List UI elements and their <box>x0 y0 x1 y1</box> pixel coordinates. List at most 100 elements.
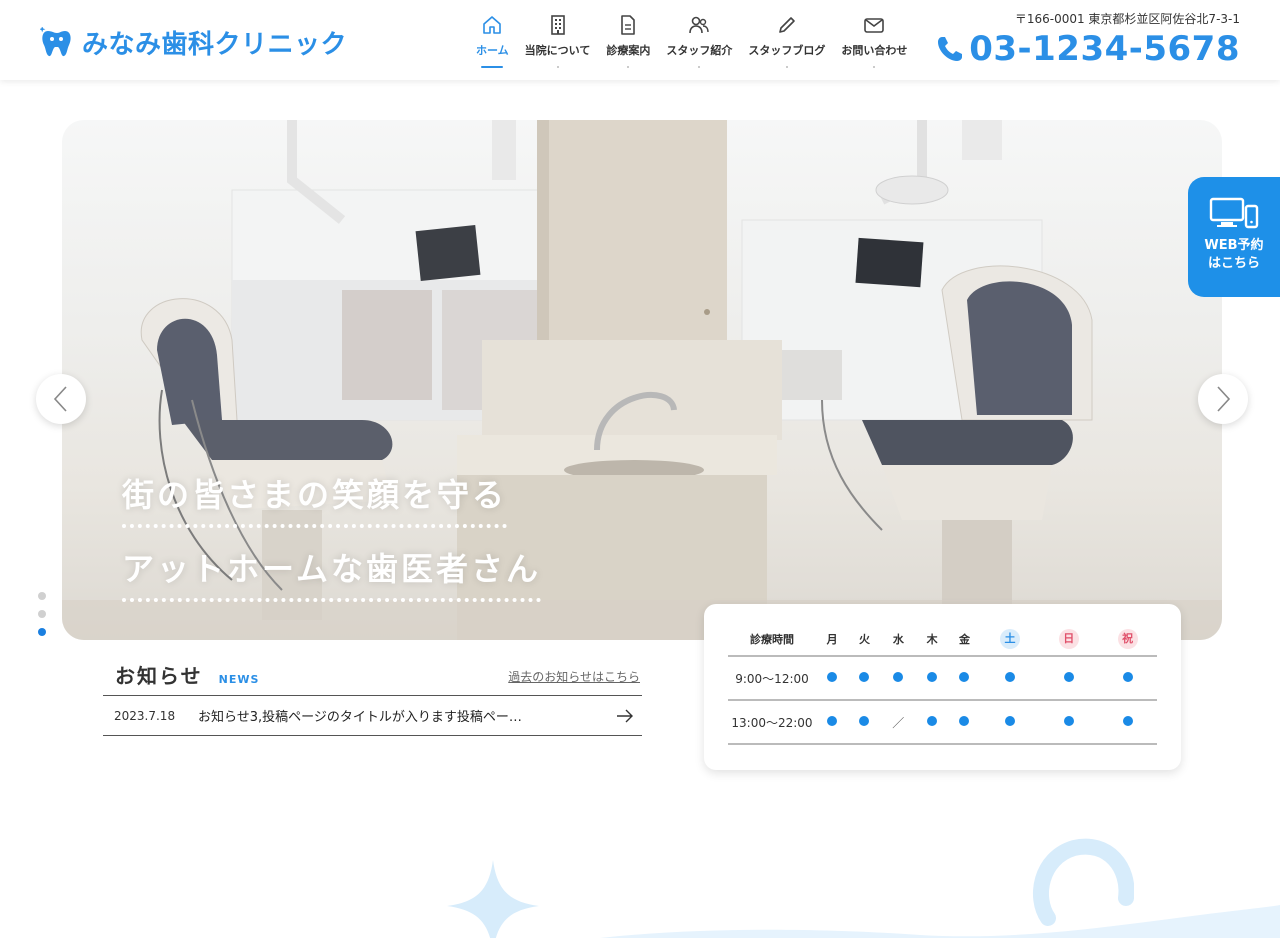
slide-dot-3[interactable] <box>38 628 46 636</box>
hours-cell <box>948 656 981 701</box>
day-mon: 月 <box>816 622 849 657</box>
day-thu: 木 <box>915 622 949 657</box>
logo-text: みなみ歯科クリニック <box>82 30 348 60</box>
hours-row: 9:00〜12:00 <box>728 656 1157 701</box>
open-dot <box>1122 672 1133 682</box>
nav-item-staff[interactable]: スタッフ紹介 <box>658 14 740 68</box>
staff-icon <box>689 16 710 34</box>
slide-dot-2[interactable] <box>38 610 46 618</box>
nav-label: 当院について <box>524 44 591 57</box>
hero-copy: 街の皆さまの笑顔を守る アットホームな歯医者さん <box>122 470 542 602</box>
hours-time: 13:00〜22:00 <box>728 700 816 745</box>
clinic-address: 〒166-0001 東京都杉並区阿佐谷北7-3-1 <box>1014 12 1240 26</box>
news-header: お知らせ NEWS 過去のお知らせはこちら <box>103 660 642 696</box>
slide-dot-1[interactable] <box>38 592 46 600</box>
hours-cell <box>1098 700 1157 745</box>
open-dot <box>927 716 938 726</box>
day-hol-cell: 祝 <box>1098 622 1157 657</box>
open-dot <box>1063 672 1074 682</box>
open-dot <box>859 716 870 726</box>
document-icon <box>621 15 636 35</box>
hours-header-label: 診療時間 <box>728 622 816 657</box>
nav-dot <box>627 66 630 68</box>
hours-row: 13:00〜22:00 ／ <box>728 700 1157 745</box>
phone-number: 03-1234-5678 <box>969 29 1240 69</box>
nav-label: スタッフブログ <box>748 44 826 57</box>
open-dot <box>927 672 938 682</box>
arrow-right-icon <box>617 709 633 723</box>
main-nav: ホーム 当院について 診療案内 スタッフ紹介 スタッフブログ お問い合わせ <box>468 14 915 68</box>
nav-label: スタッフ紹介 <box>666 44 733 57</box>
hours-cell <box>848 656 881 701</box>
nav-item-about[interactable]: 当院について <box>517 14 599 68</box>
day-wed: 水 <box>880 622 916 657</box>
hours-header-row: 診療時間 月 火 水 木 金 土 日 祝 <box>728 622 1157 657</box>
hero-slider: 街の皆さまの笑顔を守る アットホームな歯医者さん <box>62 120 1222 640</box>
open-dot <box>827 672 838 682</box>
hours-table: 診療時間 月 火 水 木 金 土 日 祝 9:00〜12:00 13:00〜22:… <box>728 622 1157 745</box>
hero-line-2: アットホームな歯医者さん <box>122 544 542 602</box>
open-dot <box>859 672 870 682</box>
nav-item-blog[interactable]: スタッフブログ <box>740 14 833 68</box>
open-dot <box>827 716 838 726</box>
hours-cell <box>816 656 849 701</box>
pencil-icon <box>779 17 795 33</box>
news-subtitle: NEWS <box>218 673 260 686</box>
nav-item-contact[interactable]: お問い合わせ <box>833 14 915 68</box>
hours-time: 9:00〜12:00 <box>728 656 816 701</box>
open-dot <box>959 716 970 726</box>
sparkle-decoration-icon <box>447 860 539 938</box>
hours-cell: ／ <box>880 700 916 745</box>
nav-label: 診療案内 <box>606 44 651 57</box>
active-indicator <box>481 66 504 68</box>
day-sat-cell: 土 <box>980 622 1040 657</box>
slider-next-button[interactable] <box>1198 374 1248 424</box>
day-sun: 日 <box>1058 628 1079 649</box>
open-dot <box>959 672 970 682</box>
day-sun-cell: 日 <box>1039 622 1099 657</box>
nav-label: ホーム <box>476 44 509 57</box>
hours-cell <box>980 700 1040 745</box>
hours-cell <box>880 656 916 701</box>
site-header: みなみ歯科クリニック ホーム 当院について 診療案内 スタッフ紹介 スタッフブロ… <box>0 0 1280 80</box>
chevron-left-icon <box>53 386 67 412</box>
building-icon <box>550 15 565 35</box>
nav-item-services[interactable]: 診療案内 <box>598 14 658 68</box>
hours-cell <box>980 656 1040 701</box>
hours-cell <box>1039 700 1099 745</box>
phone-link[interactable]: 03-1234-5678 <box>935 29 1240 69</box>
clinic-logo[interactable]: みなみ歯科クリニック <box>40 24 347 61</box>
nav-dot <box>785 66 788 68</box>
day-tue: 火 <box>848 622 881 657</box>
web-reservation-button[interactable]: WEB予約 はこちら <box>1188 177 1280 297</box>
hours-cell <box>816 700 849 745</box>
hours-cell <box>948 700 981 745</box>
home-icon <box>483 16 502 34</box>
hours-cell <box>1039 656 1099 701</box>
hours-body: 9:00〜12:00 13:00〜22:00 ／ <box>728 656 1157 745</box>
news-item[interactable]: 2023.7.18 お知らせ3,投稿ページのタイトルが入ります投稿ペー… <box>103 696 642 736</box>
day-sat: 土 <box>1000 628 1021 649</box>
nav-dot <box>556 66 559 68</box>
closed-mark: ／ <box>892 715 905 730</box>
news-archive-link[interactable]: 過去のお知らせはこちら <box>508 668 640 685</box>
web-reservation-label: WEB予約 はこちら <box>1204 238 1264 271</box>
slider-prev-button[interactable] <box>36 374 86 424</box>
open-dot <box>1063 716 1074 726</box>
news-date: 2023.7.18 <box>114 708 176 723</box>
nav-item-home[interactable]: ホーム <box>468 14 517 68</box>
hero-line-1: 街の皆さまの笑顔を守る <box>122 470 508 528</box>
contact-info: 〒166-0001 東京都杉並区阿佐谷北7-3-1 03-1234-5678 <box>935 10 1240 69</box>
clinic-hours-card: 診療時間 月 火 水 木 金 土 日 祝 9:00〜12:00 13:00〜22:… <box>704 604 1181 770</box>
news-title: お知らせ <box>115 664 203 688</box>
day-fri: 金 <box>948 622 981 657</box>
slider-pagination <box>38 592 46 636</box>
news-text: お知らせ3,投稿ページのタイトルが入ります投稿ペー… <box>198 710 522 725</box>
hours-cell <box>915 656 949 701</box>
chevron-right-icon <box>1217 386 1231 412</box>
nav-label: お問い合わせ <box>841 44 908 57</box>
open-dot <box>893 672 904 682</box>
open-dot <box>1122 716 1133 726</box>
open-dot <box>1005 672 1016 682</box>
nav-dot <box>698 66 701 68</box>
